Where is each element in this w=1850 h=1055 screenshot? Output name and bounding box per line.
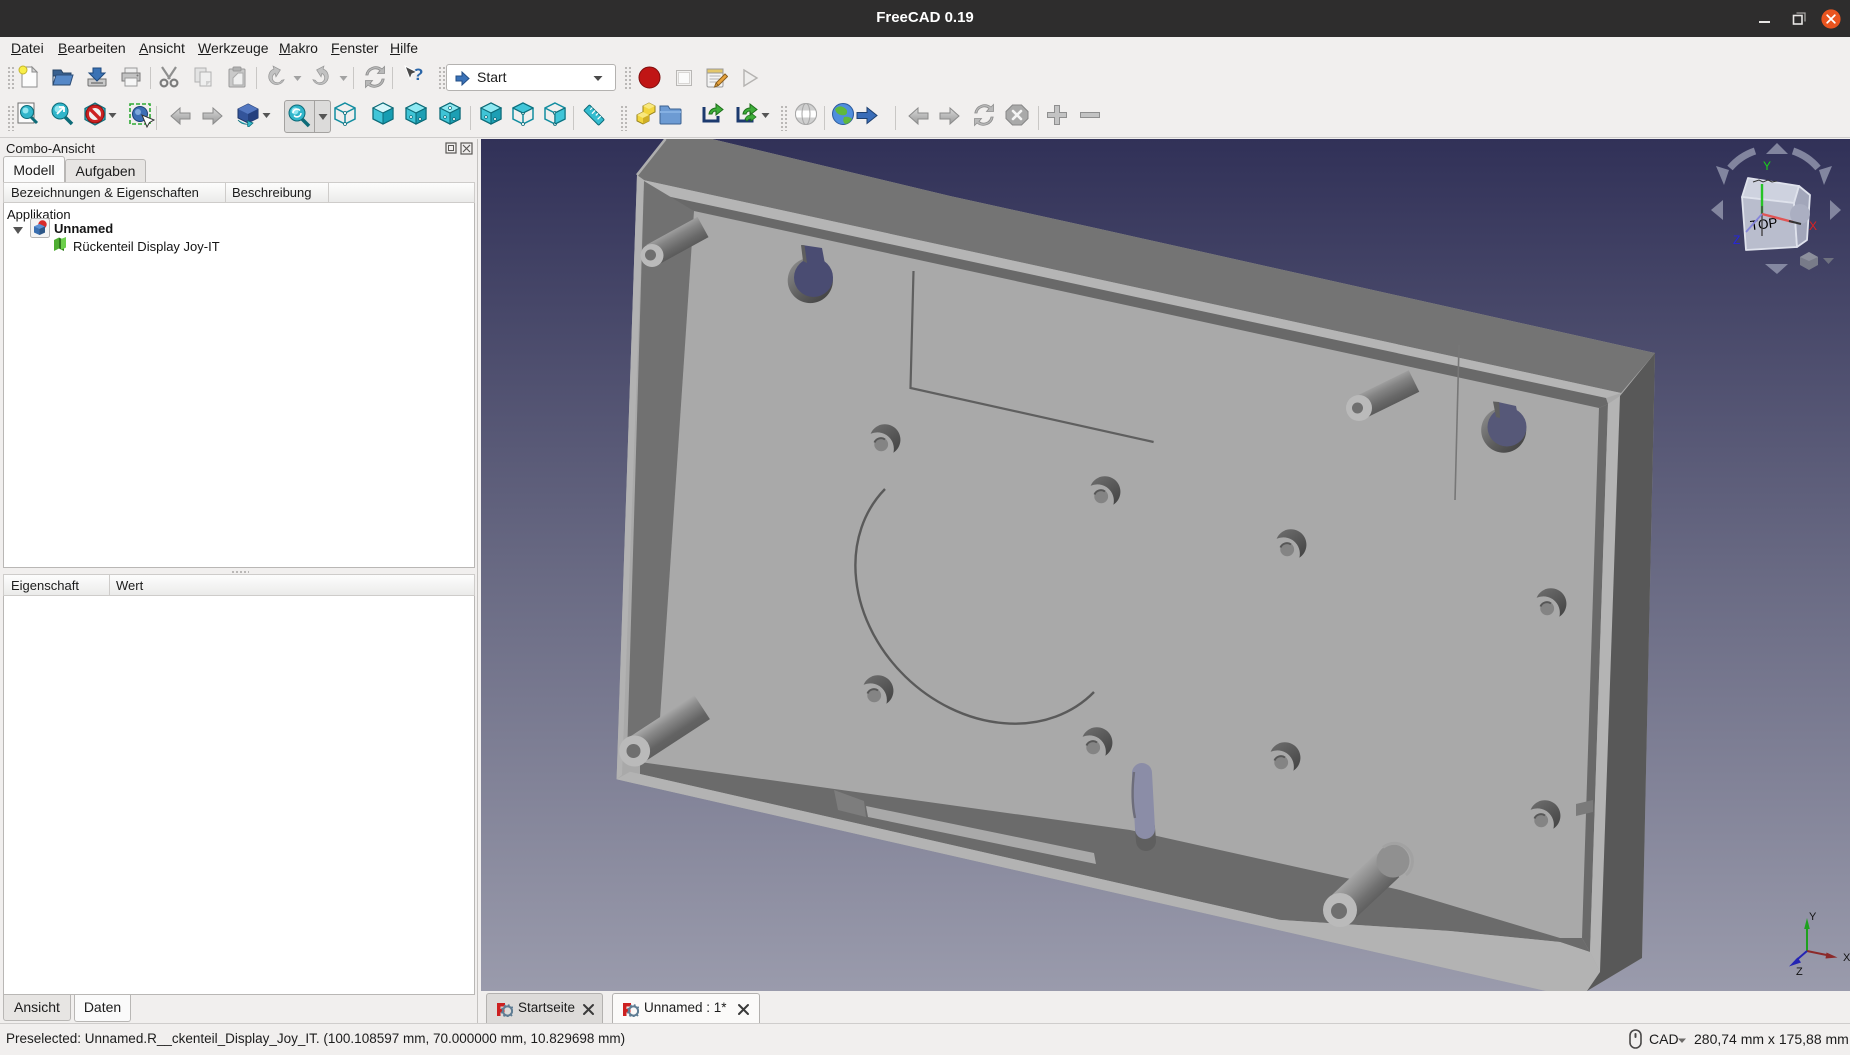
- svg-text:Z: Z: [1733, 233, 1740, 247]
- svg-text:X: X: [1843, 952, 1850, 964]
- svg-text:Y: Y: [1763, 159, 1771, 173]
- svg-text:?: ?: [413, 65, 423, 84]
- svg-text:X: X: [1809, 219, 1817, 233]
- svg-text:Z: Z: [1796, 966, 1803, 978]
- svg-text:Y: Y: [1809, 912, 1817, 923]
